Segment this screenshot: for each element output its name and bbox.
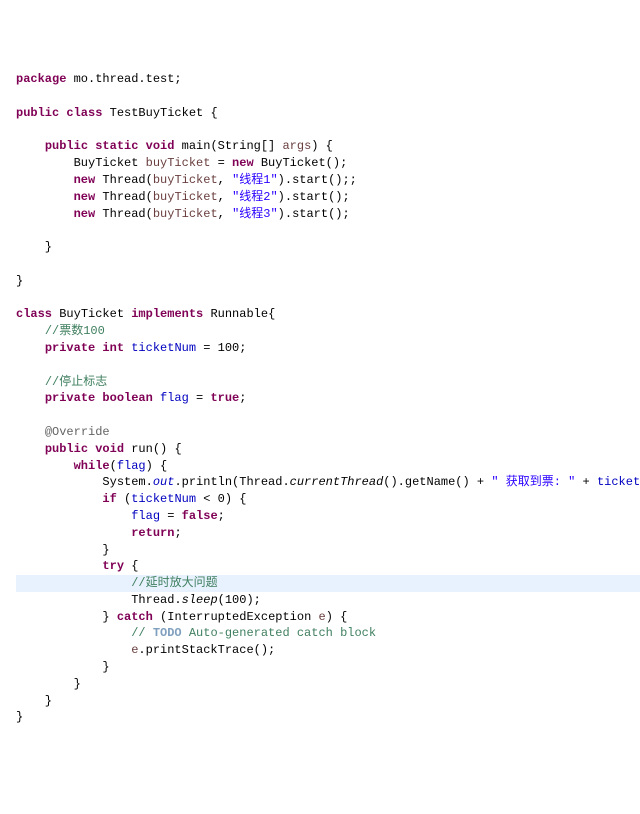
code-line [16,88,640,105]
token-comment: // [131,626,153,640]
code-line: flag = false; [16,508,640,525]
code-line: } [16,709,640,726]
token-str: "线程3" [232,207,278,221]
token-comment: //停止标志 [45,375,107,389]
token-comment: //延时放大问题 [131,576,217,590]
code-line: @Override [16,424,640,441]
token-field: ticketNum [597,475,640,489]
token-field: flag [117,459,146,473]
code-line: if (ticketNum < 0) { [16,491,640,508]
token-static-method: sleep [182,593,218,607]
token-param: buyTicket [153,173,218,187]
code-line: public void run() { [16,441,640,458]
code-line: new Thread(buyTicket, "线程2").start(); [16,189,640,206]
code-line: // TODO Auto-generated catch block [16,625,640,642]
token-static-method: currentThread [290,475,384,489]
code-line: System.out.println(Thread.currentThread(… [16,474,640,491]
code-line: while(flag) { [16,458,640,475]
code-line: return; [16,525,640,542]
token-field: ticketNum [131,492,196,506]
token-param: e [318,610,325,624]
code-line: } [16,542,640,559]
code-line: } [16,693,640,710]
token-str: " 获取到票: " [491,475,575,489]
token-todo: TODO [153,626,182,640]
code-line [16,122,640,139]
code-line: //停止标志 [16,374,640,391]
code-line: private int ticketNum = 100; [16,340,640,357]
code-line: BuyTicket buyTicket = new BuyTicket(); [16,155,640,172]
code-line: } [16,239,640,256]
code-line: //票数100 [16,323,640,340]
token-kw: private int [45,341,131,355]
code-line [16,357,640,374]
token-kw: public static void [45,139,182,153]
token-kw: private boolean [45,391,160,405]
code-line: } [16,273,640,290]
code-line: public class TestBuyTicket { [16,105,640,122]
token-kw: new [74,173,103,187]
token-kw: new [232,156,261,170]
token-kw: public class [16,106,110,120]
code-line: } [16,676,640,693]
token-kw: if [102,492,124,506]
code-line [16,256,640,273]
code-line: Thread.sleep(100); [16,592,640,609]
token-kw: true [210,391,239,405]
token-kw: catch [117,610,160,624]
code-line [16,407,640,424]
token-ann: @Override [45,425,110,439]
code-line: private boolean flag = true; [16,390,640,407]
code-line: //延时放大问题 [16,575,640,592]
code-line: public static void main(String[] args) { [16,138,640,155]
token-comment: Auto-generated catch block [182,626,376,640]
token-pkg: mo.thread.test; [74,72,182,86]
token-kw: package [16,72,74,86]
token-kw: try [102,559,131,573]
code-line: class BuyTicket implements Runnable{ [16,306,640,323]
token-kw: return [131,526,174,540]
token-kw: while [74,459,110,473]
token-param: buyTicket [153,207,218,221]
code-line: e.printStackTrace(); [16,642,640,659]
token-kw: new [74,190,103,204]
token-param: buyTicket [153,190,218,204]
token-str: "线程1" [232,173,278,187]
token-param: e [131,643,138,657]
code-editor: package mo.thread.test; public class Tes… [0,67,640,730]
token-param: args [282,139,311,153]
token-str: "线程2" [232,190,278,204]
code-line: try { [16,558,640,575]
token-field: ticketNum [131,341,196,355]
code-line: } catch (InterruptedException e) { [16,609,640,626]
code-line: } [16,659,640,676]
token-kw: class [16,307,59,321]
code-line: package mo.thread.test; [16,71,640,88]
token-kw: new [74,207,103,221]
token-param: buyTicket [146,156,211,170]
code-line: new Thread(buyTicket, "线程1").start();; [16,172,640,189]
token-static-field: out [153,475,175,489]
token-field: flag [160,391,189,405]
token-kw: public void [45,442,131,456]
code-line: new Thread(buyTicket, "线程3").start(); [16,206,640,223]
token-kw: implements [131,307,210,321]
token-comment: //票数100 [45,324,105,338]
code-line [16,222,640,239]
code-line [16,290,640,307]
